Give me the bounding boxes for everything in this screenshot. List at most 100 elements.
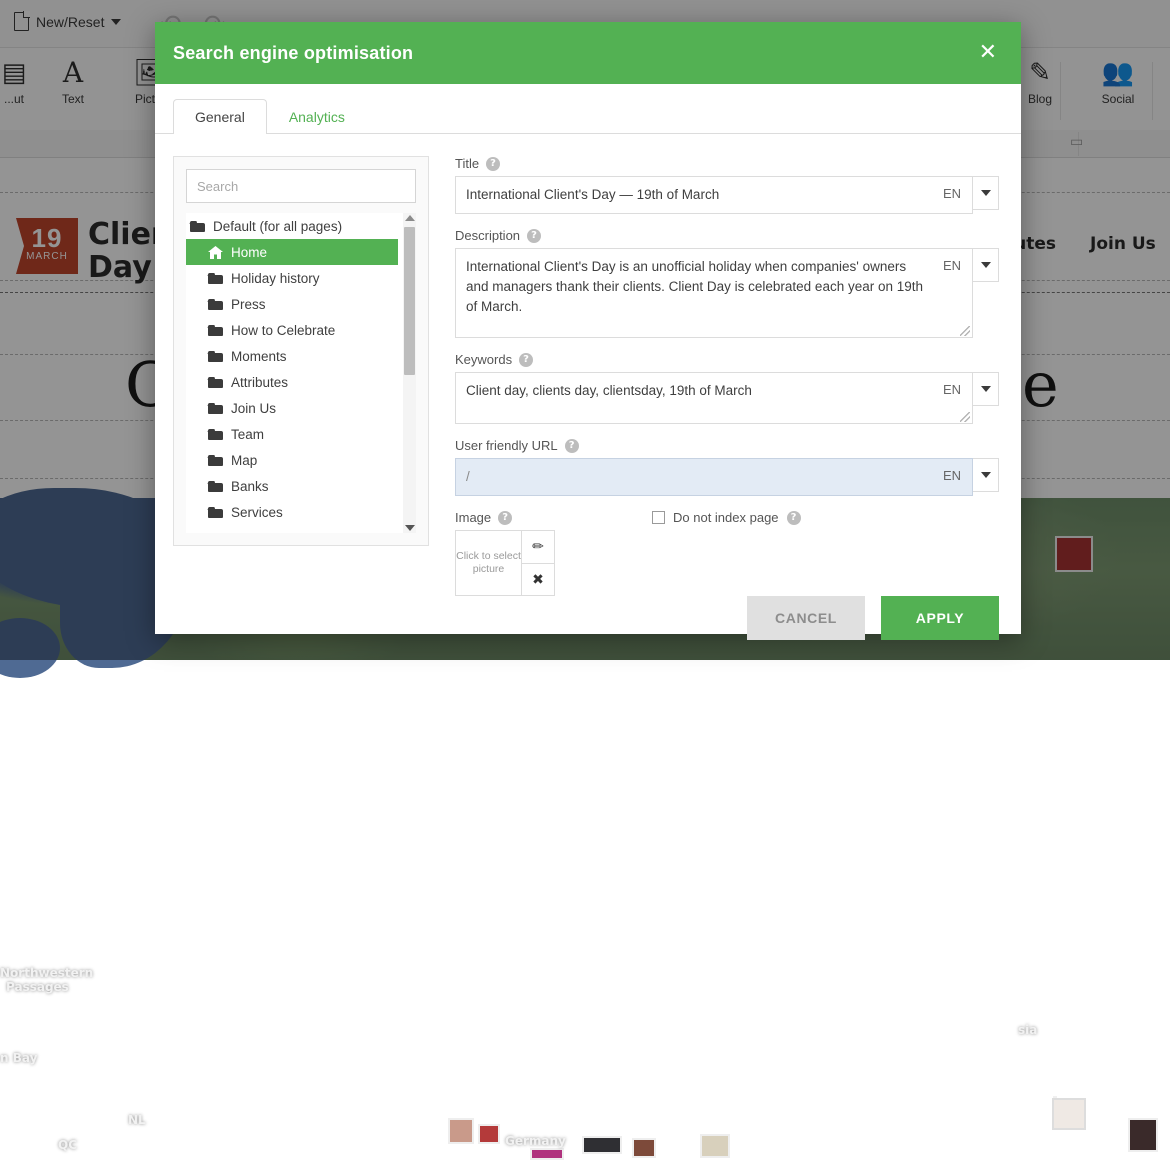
map-label: Northwestern [0,966,93,980]
folder-icon [208,272,223,284]
page-tree-scroll: Default (for all pages) Home Holiday his… [186,213,416,533]
title-input-box[interactable]: EN [455,176,973,214]
edit-icon[interactable]: ✏ [522,531,554,563]
tree-item-team[interactable]: Team [186,421,398,447]
help-icon[interactable]: ? [565,439,579,453]
seo-form: Title ? EN Description ? EN [455,156,999,596]
keywords-field-row: EN [455,372,999,424]
tree-item-map[interactable]: Map [186,447,398,473]
tree-item-attributes[interactable]: Attributes [186,369,398,395]
dialog-header: Search engine optimisation ✕ [155,22,1021,84]
no-index-row[interactable]: Do not index page ? [652,510,801,525]
seo-dialog: Search engine optimisation ✕ General Ana… [155,22,1021,634]
title-lang-dropdown[interactable] [973,176,999,210]
description-textarea[interactable] [456,249,937,335]
tree-item-label: Team [231,427,264,442]
keywords-input-box[interactable]: EN [455,372,973,424]
tree-item-label: How to Celebrate [231,323,335,338]
image-drop-zone[interactable]: Click to select picture [456,531,521,595]
resize-grip[interactable] [960,326,970,336]
tree-item-home[interactable]: Home [186,239,398,265]
dialog-body: Default (for all pages) Home Holiday his… [155,134,1021,596]
dialog-title: Search engine optimisation [173,43,413,64]
scrollbar-thumb[interactable] [404,227,415,375]
close-icon[interactable]: ✕ [973,40,1003,66]
help-icon[interactable]: ? [519,353,533,367]
tree-item-label: Holiday history [231,271,320,286]
tree-item-label: Services [231,505,283,520]
title-label-row: Title ? [455,156,999,171]
folder-icon [208,350,223,362]
scroll-down-icon[interactable] [405,525,415,531]
tree-item-press[interactable]: Press [186,291,398,317]
description-lang-dropdown[interactable] [973,248,999,282]
folder-icon [208,402,223,414]
url-lang: EN [937,459,972,483]
url-field-row: EN [455,458,999,496]
page-tree[interactable]: Default (for all pages) Home Holiday his… [186,213,416,533]
home-icon [208,246,223,259]
scroll-up-icon[interactable] [405,215,415,221]
remove-icon[interactable]: ✖ [522,563,554,595]
map-label: Passages [6,980,69,994]
help-icon[interactable]: ? [486,157,500,171]
description-field-row: EN [455,248,999,338]
image-section: Image ? Click to select picture ✏ ✖ [455,510,555,596]
map-label: Germany [505,1134,566,1148]
no-index-label: Do not index page [673,510,779,525]
help-icon[interactable]: ? [498,511,512,525]
description-input-box[interactable]: EN [455,248,973,338]
chevron-down-icon [981,386,991,392]
map-label: NL [128,1113,146,1127]
tree-item-label: Home [231,245,267,260]
folder-icon [208,324,223,336]
url-lang-dropdown[interactable] [973,458,999,492]
url-label: User friendly URL [455,438,558,453]
image-label-row: Image ? [455,510,555,525]
tree-item-label: Press [231,297,266,312]
title-input[interactable] [456,177,937,213]
folder-icon [208,376,223,388]
title-label: Title [455,156,479,171]
keywords-lang: EN [937,373,972,397]
tab-analytics[interactable]: Analytics [267,99,367,134]
folder-icon [208,428,223,440]
keywords-textarea[interactable] [456,373,937,421]
folder-icon [208,506,223,518]
folder-icon [208,298,223,310]
url-input[interactable] [456,459,937,495]
folder-icon [190,220,205,232]
tree-item-label: Moments [231,349,287,364]
keywords-label-row: Keywords ? [455,352,999,367]
tree-item-banks[interactable]: Banks [186,473,398,499]
no-index-checkbox[interactable] [652,511,665,524]
resize-grip[interactable] [960,412,970,422]
tree-item-label: Attributes [231,375,288,390]
apply-button[interactable]: APPLY [881,596,999,640]
page-tree-panel: Default (for all pages) Home Holiday his… [173,156,429,546]
title-field-row: EN [455,176,999,214]
keywords-lang-dropdown[interactable] [973,372,999,406]
url-input-box[interactable]: EN [455,458,973,496]
folder-icon [208,480,223,492]
help-icon[interactable]: ? [787,511,801,525]
tree-item-label: Map [231,453,257,468]
tree-item-moments[interactable]: Moments [186,343,398,369]
image-label: Image [455,510,491,525]
chevron-down-icon [981,262,991,268]
help-icon[interactable]: ? [527,229,541,243]
map-label: sia [1018,1023,1037,1037]
url-label-row: User friendly URL ? [455,438,999,453]
cancel-button[interactable]: CANCEL [747,596,865,640]
tab-general[interactable]: General [173,99,267,134]
image-and-index-row: Image ? Click to select picture ✏ ✖ [455,510,999,596]
image-buttons: ✏ ✖ [521,531,554,595]
tree-item-how-to-celebrate[interactable]: How to Celebrate [186,317,398,343]
tree-item-join-us[interactable]: Join Us [186,395,398,421]
tree-item-services[interactable]: Services [186,499,398,525]
tree-item-holiday-history[interactable]: Holiday history [186,265,398,291]
chevron-down-icon [981,190,991,196]
tree-scrollbar[interactable] [403,213,416,533]
search-input[interactable] [186,169,416,203]
tree-root-default[interactable]: Default (for all pages) [186,213,398,239]
